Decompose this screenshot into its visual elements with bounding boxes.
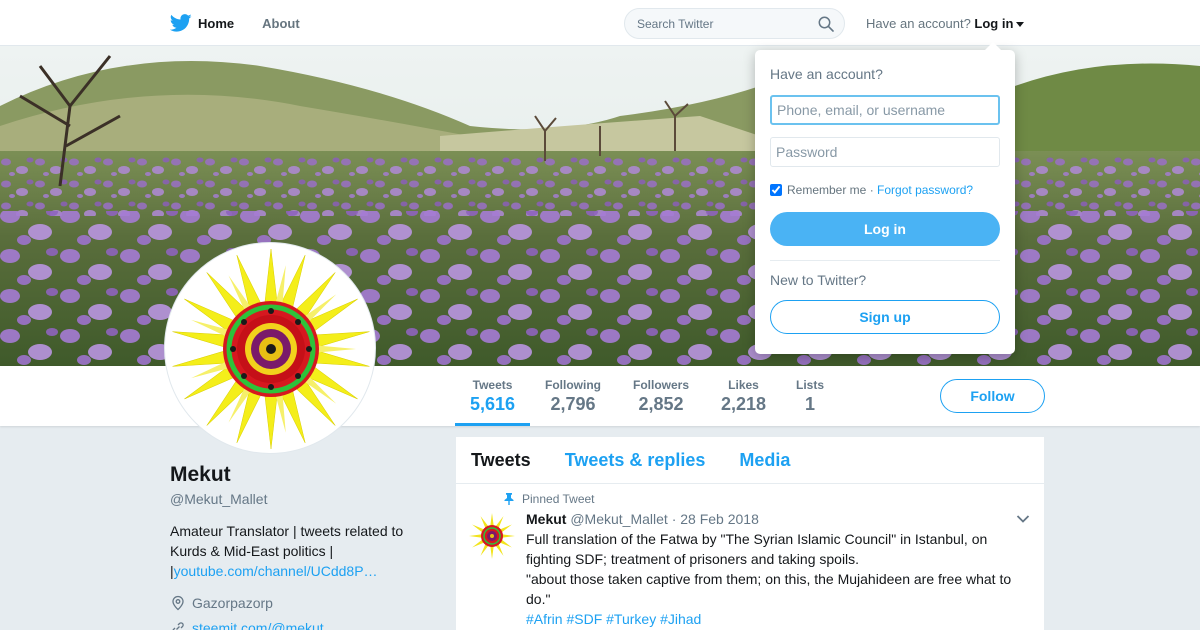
dropdown-divider [770,260,1000,261]
website-text: steemit.com/@mekut [192,620,324,630]
remember-me-label[interactable]: Remember me [787,183,866,197]
pinned-label: Pinned Tweet [504,492,595,506]
signup-button[interactable]: Sign up [770,300,1000,334]
stat-lists-label: Lists [796,378,825,392]
nav-home-label: Home [198,15,235,31]
nav-about[interactable]: About [262,16,300,31]
active-stat-underline [455,423,530,426]
stat-following-value: 2,796 [550,394,596,414]
login-button[interactable]: Log in [770,212,1000,246]
bio-link[interactable]: youtube.com/channel/UCdd8P… [174,563,378,579]
tweet-author-name[interactable]: Mekut [526,511,566,527]
pinned-text: Pinned Tweet [522,492,595,506]
remember-me-checkbox[interactable] [770,184,782,196]
profile-bio: Amateur Translator | tweets related to K… [170,523,404,579]
nav-about-label: About [262,15,300,31]
tweet-text: Full translation of the Fatwa by "The Sy… [526,529,1026,609]
stat-lists-value: 1 [805,394,816,414]
link-icon [172,622,184,630]
twitter-bird-icon [170,14,192,32]
pin-icon [504,493,514,505]
follow-button[interactable]: Follow [940,379,1045,413]
forgot-password-link[interactable]: Forgot password? [877,183,973,197]
tweet-text-line-1: Full translation of the Fatwa by "The Sy… [526,531,988,567]
profile-location: Gazorpazorp [170,595,273,611]
search-box [624,8,845,39]
stat-following-label: Following [545,378,601,392]
stat-likes-label: Likes [728,378,759,392]
top-navigation-bar: Home About Have an account? Log in [0,0,1200,46]
stat-likes[interactable]: Likes 2,218 [721,378,766,415]
stat-tweets[interactable]: Tweets 5,616 [470,378,515,415]
tweet-text-line-2: "about those taken captive from them; on… [526,571,1012,607]
search-input[interactable] [637,16,807,31]
stat-lists[interactable]: Lists 1 [796,378,824,415]
stat-likes-value: 2,218 [721,394,767,414]
tweet-date[interactable]: · 28 Feb 2018 [672,511,759,527]
chevron-down-icon[interactable] [1016,514,1030,524]
stat-following[interactable]: Following 2,796 [545,378,601,415]
stat-tweets-label: Tweets [472,378,513,392]
stat-followers-value: 2,852 [638,394,684,414]
caret-down-icon[interactable] [1016,22,1025,28]
pinned-tweet[interactable]: Pinned Tweet Mekut @Mekut_Mallet · 28 Fe… [456,437,1044,630]
username-input[interactable] [770,95,1000,125]
tweet-avatar[interactable] [468,512,516,560]
remember-separator: · [869,183,874,197]
account-prompt: Have an account? Log in [866,16,1025,31]
tweet-header: Mekut @Mekut_Mallet · 28 Feb 2018 [526,511,759,527]
location-pin-icon [172,595,184,611]
bio-text: Amateur Translator | tweets related to K… [170,523,404,559]
stat-tweets-value: 5,616 [470,394,516,414]
tweet-avatar-image [468,512,516,560]
login-dropdown: Have an account? Remember me · Forgot pa… [755,42,1015,354]
profile-name[interactable]: Mekut [170,463,231,487]
login-toggle[interactable]: Log in [974,16,1013,31]
profile-handle: @Mekut_Mallet [170,491,268,507]
tweet-hashtags[interactable]: #Afrin #SDF #Turkey #Jihad [526,609,701,629]
tweet-author-handle[interactable]: @Mekut_Mallet [570,511,667,527]
stat-followers-label: Followers [633,378,690,392]
remember-row: Remember me · Forgot password? [770,183,973,197]
global-nav: Home About [170,0,328,46]
account-prefix: Have an account? [866,16,971,31]
profile-website[interactable]: steemit.com/@mekut [170,620,324,630]
new-to-twitter-label: New to Twitter? [770,272,867,288]
nav-home[interactable]: Home [170,12,234,34]
search-icon[interactable] [818,16,834,32]
mandala-avatar-image [172,248,370,450]
dropdown-title: Have an account? [770,66,883,82]
profile-avatar[interactable] [164,242,376,454]
password-input[interactable] [770,137,1000,167]
location-text: Gazorpazorp [192,595,273,611]
stat-followers[interactable]: Followers 2,852 [633,378,689,415]
